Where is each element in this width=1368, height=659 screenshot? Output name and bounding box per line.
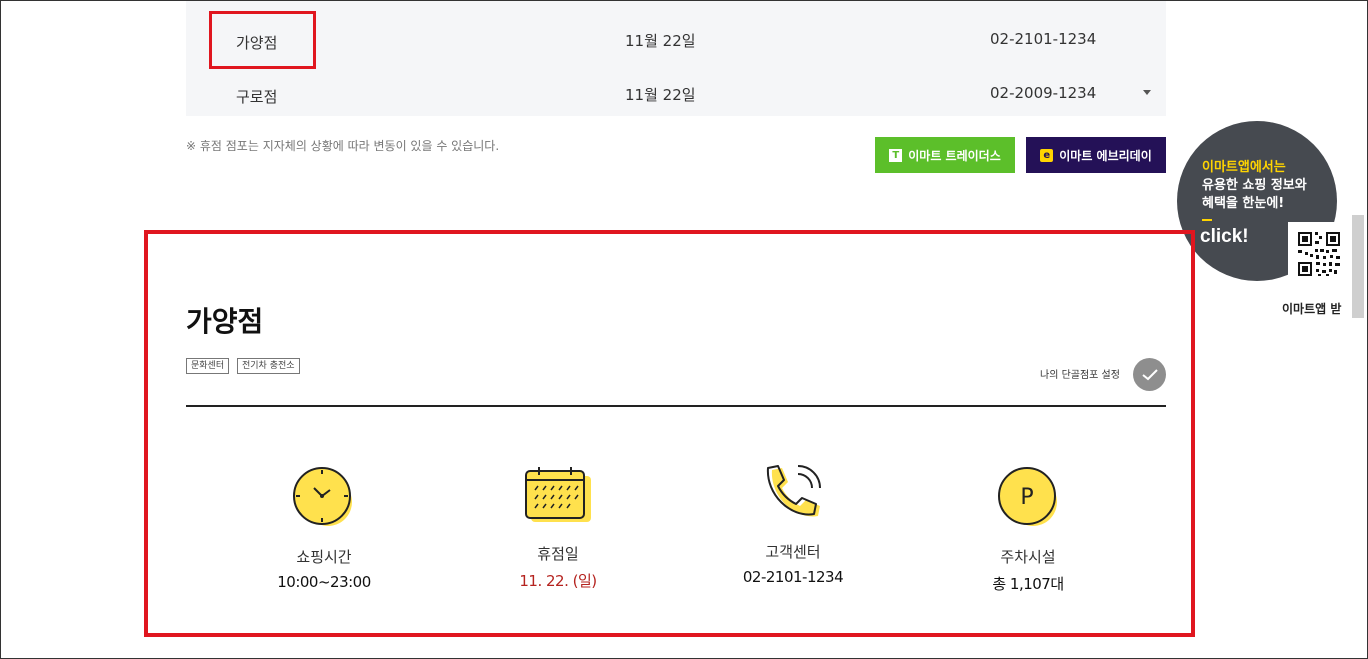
phone-cell: 02-2009-1234 bbox=[990, 84, 1097, 102]
promo-line-1: 이마트앱에서는 bbox=[1202, 160, 1286, 175]
promo-line-3: 혜택을 한눈에! bbox=[1202, 196, 1285, 211]
holiday-date-cell: 11월 22일 bbox=[625, 86, 696, 104]
promo-click-label[interactable]: click! bbox=[1200, 226, 1249, 248]
traders-button-label: 이마트 트레이더스 bbox=[908, 148, 1001, 163]
store-name-cell: 구로점 bbox=[236, 88, 278, 106]
everyday-button-label: 이마트 에브리데이 bbox=[1059, 148, 1152, 163]
holiday-date-cell: 11월 22일 bbox=[625, 32, 696, 50]
qr-code-icon[interactable] bbox=[1288, 222, 1350, 288]
holiday-notice: ※ 휴점 점포는 지자체의 상황에 따라 변동이 있을 수 있습니다. bbox=[186, 139, 500, 153]
highlight-box-store-detail bbox=[144, 230, 1195, 637]
table-row[interactable]: 구로점 11월 22일 02-2009-1234 bbox=[186, 76, 1166, 116]
promo-dash bbox=[1202, 219, 1212, 221]
everyday-button[interactable]: e 이마트 에브리데이 bbox=[1026, 137, 1166, 173]
table-row[interactable]: 가양점 11월 22일 02-2101-1234 bbox=[186, 22, 1166, 62]
phone-cell: 02-2101-1234 bbox=[990, 30, 1097, 48]
everyday-logo-icon: e bbox=[1040, 148, 1054, 162]
highlight-box-row bbox=[209, 11, 316, 69]
promo-line-2: 유용한 쇼핑 정보와 bbox=[1202, 178, 1307, 193]
app-download-label[interactable]: 이마트앱 받 bbox=[1282, 300, 1341, 317]
page-scrollbar-thumb[interactable] bbox=[1352, 215, 1364, 318]
store-table: 가양점 11월 22일 02-2101-1234 구로점 11월 22일 02-… bbox=[186, 0, 1166, 116]
table-scroll-down-icon[interactable] bbox=[1143, 90, 1151, 95]
traders-button[interactable]: T 이마트 트레이더스 bbox=[875, 137, 1015, 173]
traders-logo-icon: T bbox=[889, 148, 903, 162]
